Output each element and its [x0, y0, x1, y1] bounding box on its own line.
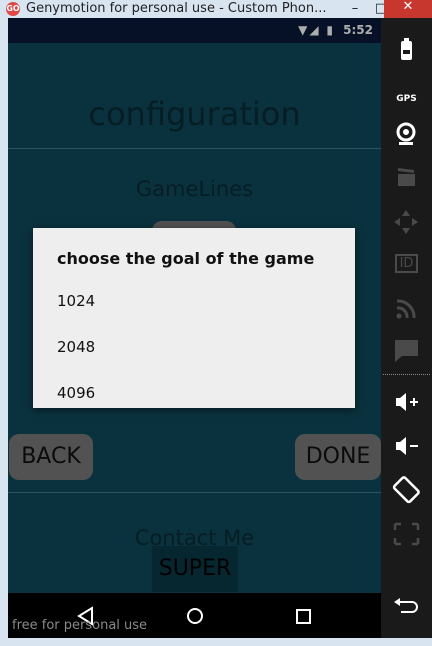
window-frame-bottom: [0, 638, 432, 646]
rss-feed-icon[interactable]: [381, 290, 432, 326]
volume-down-icon[interactable]: [381, 428, 432, 464]
watermark: free for personal use: [12, 618, 148, 633]
gps-label: GPS: [396, 94, 417, 104]
option-label: 4096: [57, 384, 96, 402]
emulator-sidebar: GPS ID: [381, 18, 432, 638]
gps-icon[interactable]: GPS: [381, 74, 432, 110]
media-clapper-icon[interactable]: [381, 160, 432, 196]
dialog-option-1024[interactable]: 1024: [33, 279, 355, 325]
volume-up-icon[interactable]: [381, 384, 432, 420]
dpad-icon[interactable]: [381, 204, 432, 240]
back-arrow-icon[interactable]: [381, 588, 432, 624]
sms-message-icon[interactable]: [381, 332, 432, 368]
camera-icon[interactable]: [381, 116, 432, 152]
dialog-option-2048[interactable]: 2048: [33, 325, 355, 371]
dialog-option-4096[interactable]: 4096: [33, 371, 355, 417]
sidebar-separator: [383, 374, 430, 375]
genymotion-logo-icon: GO: [6, 2, 20, 16]
dialog-title: choose the goal of the game: [57, 249, 315, 268]
close-button[interactable]: ✕: [384, 0, 432, 18]
recents-square-icon[interactable]: [287, 600, 319, 632]
rotate-screen-icon[interactable]: [381, 472, 432, 508]
battery-icon[interactable]: [381, 32, 432, 68]
id-label: ID: [394, 254, 419, 273]
minimize-button[interactable]: –: [344, 0, 366, 18]
device-id-icon[interactable]: ID: [381, 246, 432, 282]
window-titlebar: GO Genymotion for personal use - Custom …: [0, 0, 432, 18]
option-label: 1024: [57, 292, 96, 310]
option-label: 2048: [57, 338, 96, 356]
device-screen: ▼◢ ▮ 5:52 configuration GameLines 6 BACK…: [8, 18, 381, 638]
window-frame-left: [0, 18, 8, 646]
pixel-perfect-icon[interactable]: [381, 516, 432, 552]
home-circle-icon[interactable]: [179, 600, 211, 632]
goal-dialog: choose the goal of the game 1024 2048 40…: [33, 228, 355, 408]
window-title: Genymotion for personal use - Custom Pho…: [26, 1, 327, 16]
